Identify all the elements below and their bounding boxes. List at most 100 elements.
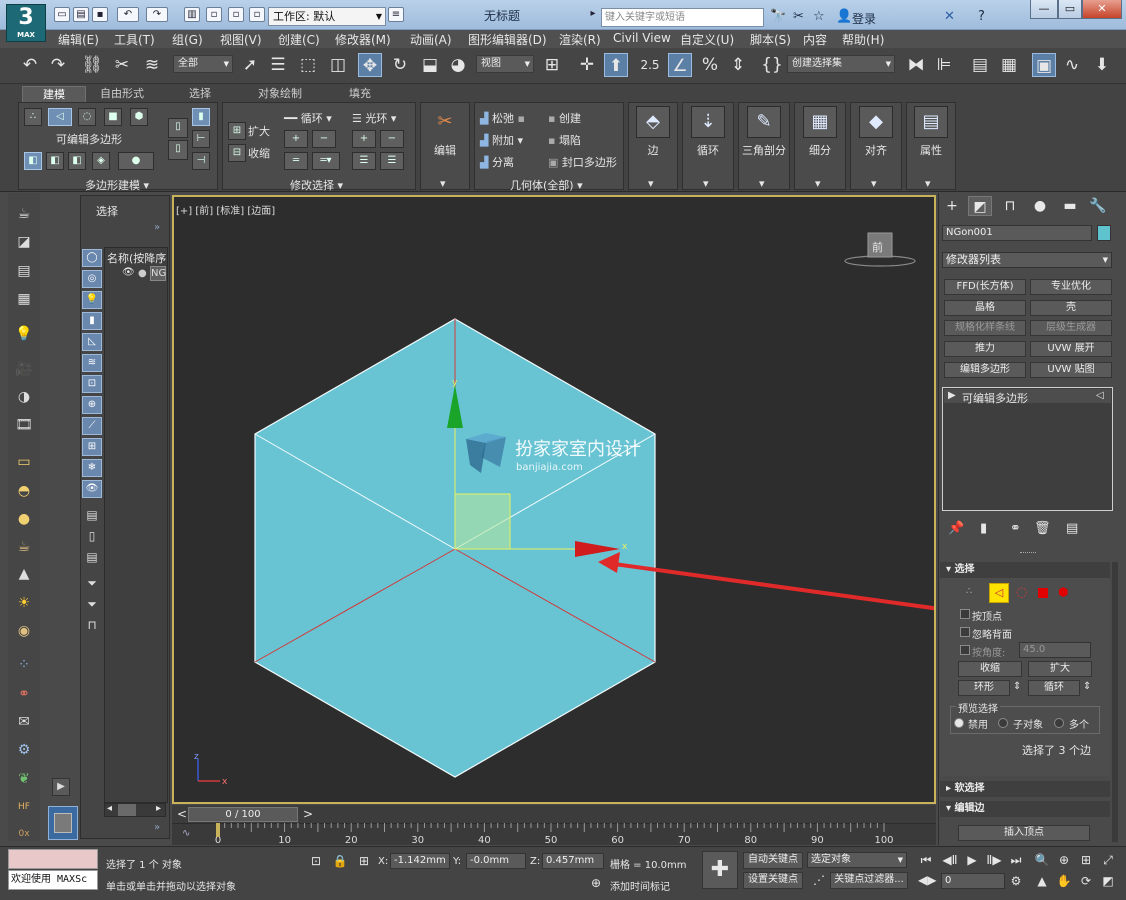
filter-funnel-2-icon[interactable]: ⏷	[82, 595, 102, 613]
align-button[interactable]: ◆ 对齐	[854, 106, 898, 158]
preview-icon[interactable]: ⊣	[192, 152, 210, 170]
menu-customize[interactable]: 自定义(U)	[680, 31, 734, 48]
panel-align-more-icon[interactable]: ▾	[871, 177, 877, 190]
display-invert-icon[interactable]: ▤	[82, 548, 102, 566]
workspace-dropdown[interactable]: 工作区: 默认 ▼	[268, 7, 386, 26]
menu-tools[interactable]: 工具(T)	[114, 31, 155, 48]
filter-xrefs-icon[interactable]: ⊕	[82, 396, 102, 414]
border-subobj-icon[interactable]: ◌	[1016, 585, 1027, 600]
pin-stack-icon[interactable]: 📌	[948, 521, 964, 536]
menu-content[interactable]: 内容	[803, 31, 827, 48]
key-mode-icon[interactable]: ◀▶	[918, 872, 936, 888]
grass-icon[interactable]: ❦	[14, 770, 34, 788]
curve-editor-icon[interactable]: ∿	[1060, 53, 1084, 77]
light-icon[interactable]: 💡	[14, 325, 34, 343]
login-link[interactable]: 登录	[852, 10, 876, 27]
sort-icon[interactable]: ⊓	[82, 616, 102, 634]
select-by-name-icon[interactable]: ☰	[266, 53, 290, 77]
relax-button[interactable]: ▟ 松弛 ▪	[480, 110, 525, 126]
panel-properties-more-icon[interactable]: ▾	[925, 177, 931, 190]
hemisphere-icon[interactable]: ◓	[14, 482, 34, 500]
panel-loops-more-icon[interactable]: ▾	[703, 177, 709, 190]
search-input[interactable]: 键入关键字或短语	[601, 8, 764, 27]
loop-grow-icon[interactable]: +	[284, 130, 308, 148]
grow-button[interactable]: 扩大	[1028, 661, 1092, 677]
scene-item-ngon[interactable]: NG	[150, 266, 166, 281]
zoom-extents-all-icon[interactable]: ⤢	[1100, 852, 1116, 868]
minimize-button[interactable]: —	[1030, 0, 1058, 19]
panel-edges-more-icon[interactable]: ▾	[648, 177, 654, 190]
border-mode-icon[interactable]: ◌	[78, 108, 96, 126]
grow-label[interactable]: 扩大	[248, 123, 270, 139]
gizmo-plane[interactable]	[454, 493, 511, 550]
current-frame-field[interactable]: 0	[941, 873, 1005, 889]
scroll-right-icon[interactable]: ▸	[156, 803, 161, 814]
filter-geometry-icon[interactable]: ◯	[82, 249, 102, 267]
configure-sets-icon[interactable]: ▤	[1066, 521, 1078, 536]
redo-icon[interactable]: ↷	[46, 53, 70, 77]
new-file-icon[interactable]: ▭	[54, 7, 70, 22]
object-name-field[interactable]: NGon001	[942, 225, 1092, 241]
time-tag-icon[interactable]: ⊕	[588, 875, 604, 891]
exchange-icon[interactable]: ✕	[944, 9, 955, 24]
cap-poly-button[interactable]: ▣ 封口多边形	[548, 154, 617, 170]
filter-shapes-icon[interactable]: ◎	[82, 270, 102, 288]
y-coordinate-field[interactable]: -0.0mm	[466, 853, 526, 869]
command-scrollbar[interactable]	[1112, 562, 1118, 842]
layout-b-icon[interactable]: ▫	[228, 7, 244, 22]
plane-icon[interactable]: ▭	[14, 453, 34, 471]
tris-button[interactable]: ✎ 三角剖分	[740, 106, 788, 158]
modifier-btn-shell[interactable]: 壳	[1030, 300, 1112, 316]
scale-icon[interactable]: ⬓	[418, 53, 442, 77]
rollout-soft-selection-header[interactable]: ▸ 软选择	[940, 781, 1110, 797]
time-config-icon[interactable]: ⚙	[1008, 873, 1024, 889]
link-icon[interactable]: ⛓	[80, 53, 104, 77]
menu-view[interactable]: 视图(V)	[220, 31, 262, 48]
preview-off-radio[interactable]	[954, 718, 964, 728]
stack-item-label[interactable]: 可编辑多边形	[962, 390, 1028, 406]
app-logo[interactable]: 3 MAX	[6, 4, 46, 42]
molecule-icon[interactable]: ⚭	[14, 685, 34, 703]
menu-help[interactable]: 帮助(H)	[842, 31, 884, 48]
material-editor-icon[interactable]: ◪	[14, 233, 34, 251]
panel-tris-more-icon[interactable]: ▾	[759, 177, 765, 190]
menu-scripting[interactable]: 脚本(S)	[750, 31, 791, 48]
schematic-view-icon[interactable]: ⬇	[1090, 53, 1114, 77]
lock-selection-icon[interactable]: 🔒	[332, 853, 348, 869]
isolate-selection-icon[interactable]: ⊡	[308, 853, 324, 869]
ribbon-tab-freeform[interactable]: 自由形式	[90, 86, 154, 102]
filter-cameras-icon[interactable]: ▮	[82, 312, 102, 330]
element-subobj-icon[interactable]: ⬢	[1058, 585, 1068, 599]
modifier-btn-uvw-unwrap[interactable]: UVW 展开	[1030, 341, 1112, 357]
scene-expand-icon[interactable]: »	[154, 222, 160, 233]
collapse-stack-icon[interactable]: ⊢	[192, 130, 210, 148]
time-next-icon[interactable]: >	[300, 806, 316, 822]
freeze-dot-icon[interactable]: ●	[138, 268, 147, 279]
film-icon[interactable]: 🎞	[14, 416, 34, 434]
mirror-icon[interactable]: ⧓	[904, 53, 928, 77]
next-frame-icon[interactable]: Ⅱ▶	[986, 852, 1002, 868]
ring-step-icon[interactable]: ☰	[380, 152, 404, 170]
redo-icon[interactable]: ↷	[146, 7, 168, 22]
display-all-icon[interactable]: ▤	[82, 506, 102, 524]
binoculars-icon[interactable]: 🔭	[770, 9, 786, 24]
key-filters-button[interactable]: 关键点过滤器...	[830, 872, 908, 889]
ring-grow-icon[interactable]: +	[352, 130, 376, 148]
object-color-swatch[interactable]	[1097, 225, 1111, 241]
panel-edit-more-icon[interactable]: ▾	[440, 177, 446, 190]
preview-multi-label[interactable]: 多个	[1069, 716, 1089, 731]
ribbon-toggle-icon[interactable]: ▦	[997, 53, 1021, 77]
pan-icon[interactable]: ✋	[1056, 873, 1072, 889]
rollout-selection-header[interactable]: ▾ 选择	[940, 562, 1110, 578]
ignore-backface-label[interactable]: 忽略背面	[972, 626, 1012, 641]
edit-named-selection-icon[interactable]: {}	[760, 53, 784, 77]
modifier-btn-uvw-map[interactable]: UVW 贴图	[1030, 362, 1112, 378]
subdivision-button[interactable]: ▦ 细分	[798, 106, 842, 158]
create-button[interactable]: ▪ 创建	[548, 110, 581, 126]
modifier-btn-prooptimizer[interactable]: 专业优化	[1030, 279, 1112, 295]
filter-containers-icon[interactable]: ⊞	[82, 438, 102, 456]
polygon-mode-icon[interactable]: ■	[104, 108, 122, 126]
open-file-icon[interactable]: ▤	[73, 7, 89, 22]
layer-explorer-toggle[interactable]	[48, 806, 78, 840]
shrink-icon[interactable]: ⊟	[228, 144, 246, 162]
